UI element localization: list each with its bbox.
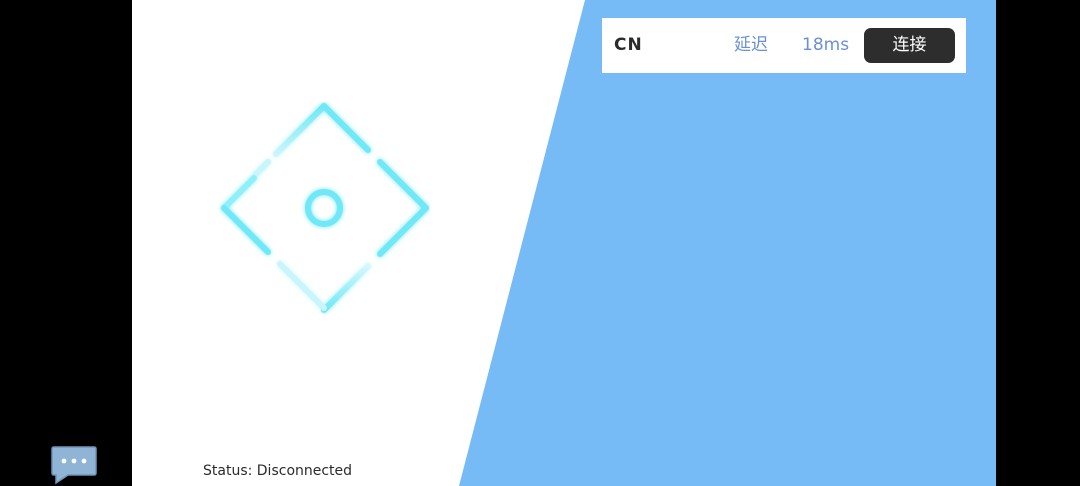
server-selector-bar[interactable]: CN 延迟 18ms 连接: [602, 18, 966, 73]
server-region-label: CN: [614, 35, 643, 55]
app-area: CN 延迟 18ms 连接 Status: Disconnected: [132, 0, 996, 486]
latency-label: 延迟: [734, 35, 768, 55]
connect-button[interactable]: 连接: [864, 28, 955, 63]
screen: CN 延迟 18ms 连接 Status: Disconnected: [0, 0, 1080, 486]
latency-value: 18ms: [802, 35, 850, 55]
chat-bubble-icon[interactable]: [50, 445, 98, 485]
diamond-logo-icon: [221, 103, 429, 313]
connection-status: Status: Disconnected: [203, 463, 353, 479]
